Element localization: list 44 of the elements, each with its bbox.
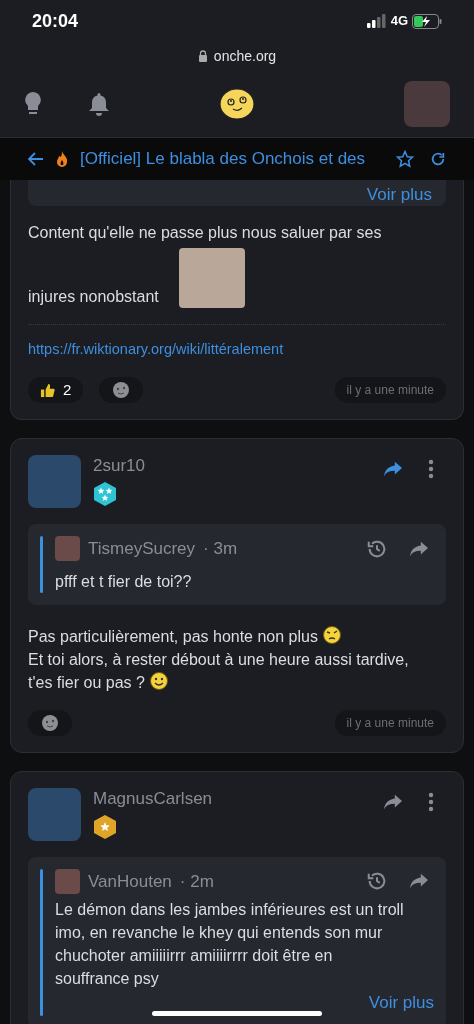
quote-text: pfff et t fier de toi??: [55, 571, 193, 592]
post-text: Pas particulièrement, pas honte non plus: [28, 627, 318, 645]
topic-title: [Officiel] Le blabla des Onchois et des: [80, 148, 366, 171]
post-text: t'es fier ou pas ?: [28, 673, 145, 691]
url-text[interactable]: onche.org: [213, 45, 277, 67]
quote-text: Le démon dans les jambes inférieures est un troll imo, en revanche le khey qui entends son mur chuchoter amiiiiirrr amiiiirrrr doit être en souffrance psy: [55, 900, 405, 989]
post-time: il y a une minute: [334, 377, 446, 403]
quote-author[interactable]: VanHouten: [88, 868, 172, 894]
signal-icon: [366, 14, 387, 28]
clock: 20:04: [32, 9, 79, 33]
quote-avatar: [55, 868, 80, 894]
share-icon[interactable]: [408, 539, 430, 558]
quote-age: · 2m: [179, 870, 214, 893]
refresh-icon[interactable]: [430, 151, 446, 167]
site-logo[interactable]: [219, 88, 255, 120]
star-icon[interactable]: [396, 150, 414, 168]
post-author[interactable]: 2sur10: [93, 455, 145, 477]
add-reaction-icon: [112, 381, 131, 399]
post-text: injures nonobstant: [28, 287, 159, 307]
see-more-link[interactable]: Voir plus: [366, 184, 432, 206]
network-type: 4G: [390, 12, 408, 31]
thumbs-up-icon: [40, 382, 55, 398]
quote-avatar: [55, 536, 80, 562]
quote-age: · 3m: [203, 538, 238, 560]
post-text: Et toi alors, à rester débout à une heure aussi tardive,: [28, 650, 409, 668]
battery-icon: [412, 13, 442, 29]
quote-author[interactable]: TismeySucrey: [88, 536, 196, 562]
post-link[interactable]: https://fr.wiktionary.org/wiki/littéralement: [28, 341, 284, 357]
add-reaction-icon: [41, 713, 59, 732]
add-reaction-button[interactable]: [28, 709, 72, 736]
share-icon[interactable]: [382, 460, 404, 478]
more-icon[interactable]: [428, 791, 434, 812]
see-more-link[interactable]: Voir plus: [368, 990, 434, 1016]
post-time: il y a une minute: [334, 709, 446, 736]
more-icon[interactable]: [428, 459, 434, 479]
share-icon[interactable]: [382, 792, 404, 811]
post-text: Content qu'elle ne passe plus nous saluer par ses: [28, 223, 382, 243]
back-arrow-icon[interactable]: [28, 152, 44, 166]
post-author[interactable]: MagnusCarlsen: [93, 787, 213, 810]
lightbulb-icon[interactable]: [24, 90, 42, 117]
add-reaction-button[interactable]: [99, 377, 144, 403]
lock-icon: [197, 50, 208, 62]
bell-icon[interactable]: [88, 90, 110, 117]
like-reaction[interactable]: 2: [28, 377, 84, 403]
